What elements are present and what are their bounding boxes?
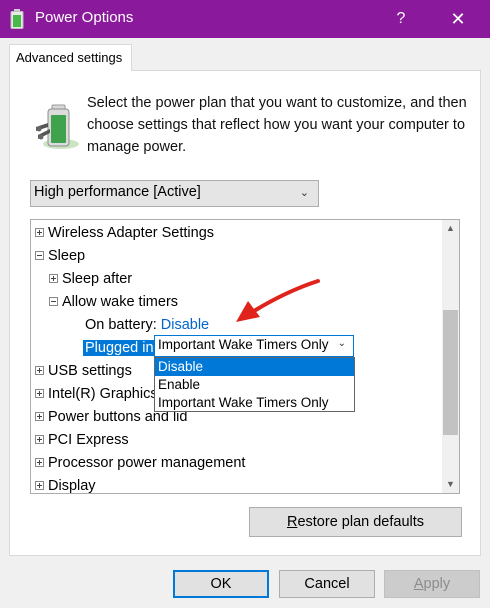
apply-button[interactable]: Apply xyxy=(384,570,480,598)
option-disable[interactable]: Disable xyxy=(155,358,354,376)
tree-item-wireless-adapter[interactable]: Wireless Adapter Settings xyxy=(35,222,214,244)
tree-item-pci-express[interactable]: PCI Express xyxy=(35,429,129,451)
plugged-in-select-value: Important Wake Timers Only xyxy=(158,337,329,352)
tree-item-sleep[interactable]: Sleep xyxy=(35,245,85,267)
close-button[interactable]: ✕ xyxy=(446,7,470,31)
tree-item-plugged-in[interactable]: Plugged in: xyxy=(83,337,160,359)
ok-button[interactable]: OK xyxy=(173,570,269,598)
expand-plus-icon[interactable] xyxy=(35,388,44,398)
expand-plus-icon[interactable] xyxy=(35,434,44,444)
tree-item-display[interactable]: Display xyxy=(35,475,96,493)
plugged-in-label: Plugged in: xyxy=(83,340,160,356)
title-bar: Power Options ? ✕ xyxy=(0,0,490,38)
cancel-button[interactable]: Cancel xyxy=(279,570,375,598)
tree-item-processor-power[interactable]: Processor power management xyxy=(35,452,245,474)
description-text: Select the power plan that you want to c… xyxy=(87,95,467,155)
option-important-wake-timers-only[interactable]: Important Wake Timers Only xyxy=(155,394,354,412)
plugged-in-select[interactable]: Important Wake Timers Only ⌄ xyxy=(154,335,354,357)
scroll-up-icon[interactable]: ▲ xyxy=(442,220,459,237)
expand-plus-icon[interactable] xyxy=(49,273,58,283)
restore-plan-defaults-button[interactable]: Restore plan defaults xyxy=(249,507,462,537)
tree-scrollbar[interactable]: ▲ ▼ xyxy=(442,220,459,493)
chevron-down-icon: ⌄ xyxy=(337,338,346,349)
apply-button-mnemonic: A xyxy=(413,576,424,592)
chevron-down-icon: ⌄ xyxy=(299,187,309,199)
tree-item-intel-graphics[interactable]: Intel(R) Graphics xyxy=(35,383,158,405)
tree-item-allow-wake-timers[interactable]: Allow wake timers xyxy=(49,291,178,313)
battery-app-icon xyxy=(10,9,24,29)
expand-plus-icon[interactable] xyxy=(35,227,44,237)
restore-button-label: estore plan defaults xyxy=(297,514,425,530)
scrollbar-thumb[interactable] xyxy=(443,310,458,435)
scroll-down-icon[interactable]: ▼ xyxy=(442,476,459,493)
help-button[interactable]: ? xyxy=(389,7,413,31)
expand-plus-icon[interactable] xyxy=(35,457,44,467)
on-battery-value-link[interactable]: Disable xyxy=(161,317,209,333)
power-plan-value: High performance [Active] xyxy=(34,184,201,200)
restore-button-mnemonic: R xyxy=(286,514,298,530)
apply-button-label: pply xyxy=(423,576,451,592)
collapse-minus-icon[interactable] xyxy=(35,250,44,260)
window-title: Power Options xyxy=(35,9,134,26)
tree-item-sleep-after[interactable]: Sleep after xyxy=(49,268,132,290)
power-battery-icon xyxy=(36,104,79,149)
power-plan-select[interactable]: High performance [Active] ⌄ xyxy=(30,180,319,207)
collapse-minus-icon[interactable] xyxy=(49,296,58,306)
expand-plus-icon[interactable] xyxy=(35,480,44,490)
tree-item-usb-settings[interactable]: USB settings xyxy=(35,360,132,382)
tree-item-on-battery[interactable]: On battery: Disable xyxy=(85,314,209,336)
option-enable[interactable]: Enable xyxy=(155,376,354,394)
tab-advanced-settings[interactable]: Advanced settings xyxy=(9,44,132,71)
plugged-in-options-list[interactable]: Disable Enable Important Wake Timers Onl… xyxy=(154,357,355,412)
annotation-arrow-icon xyxy=(236,279,320,322)
expand-plus-icon[interactable] xyxy=(35,365,44,375)
expand-plus-icon[interactable] xyxy=(35,411,44,421)
